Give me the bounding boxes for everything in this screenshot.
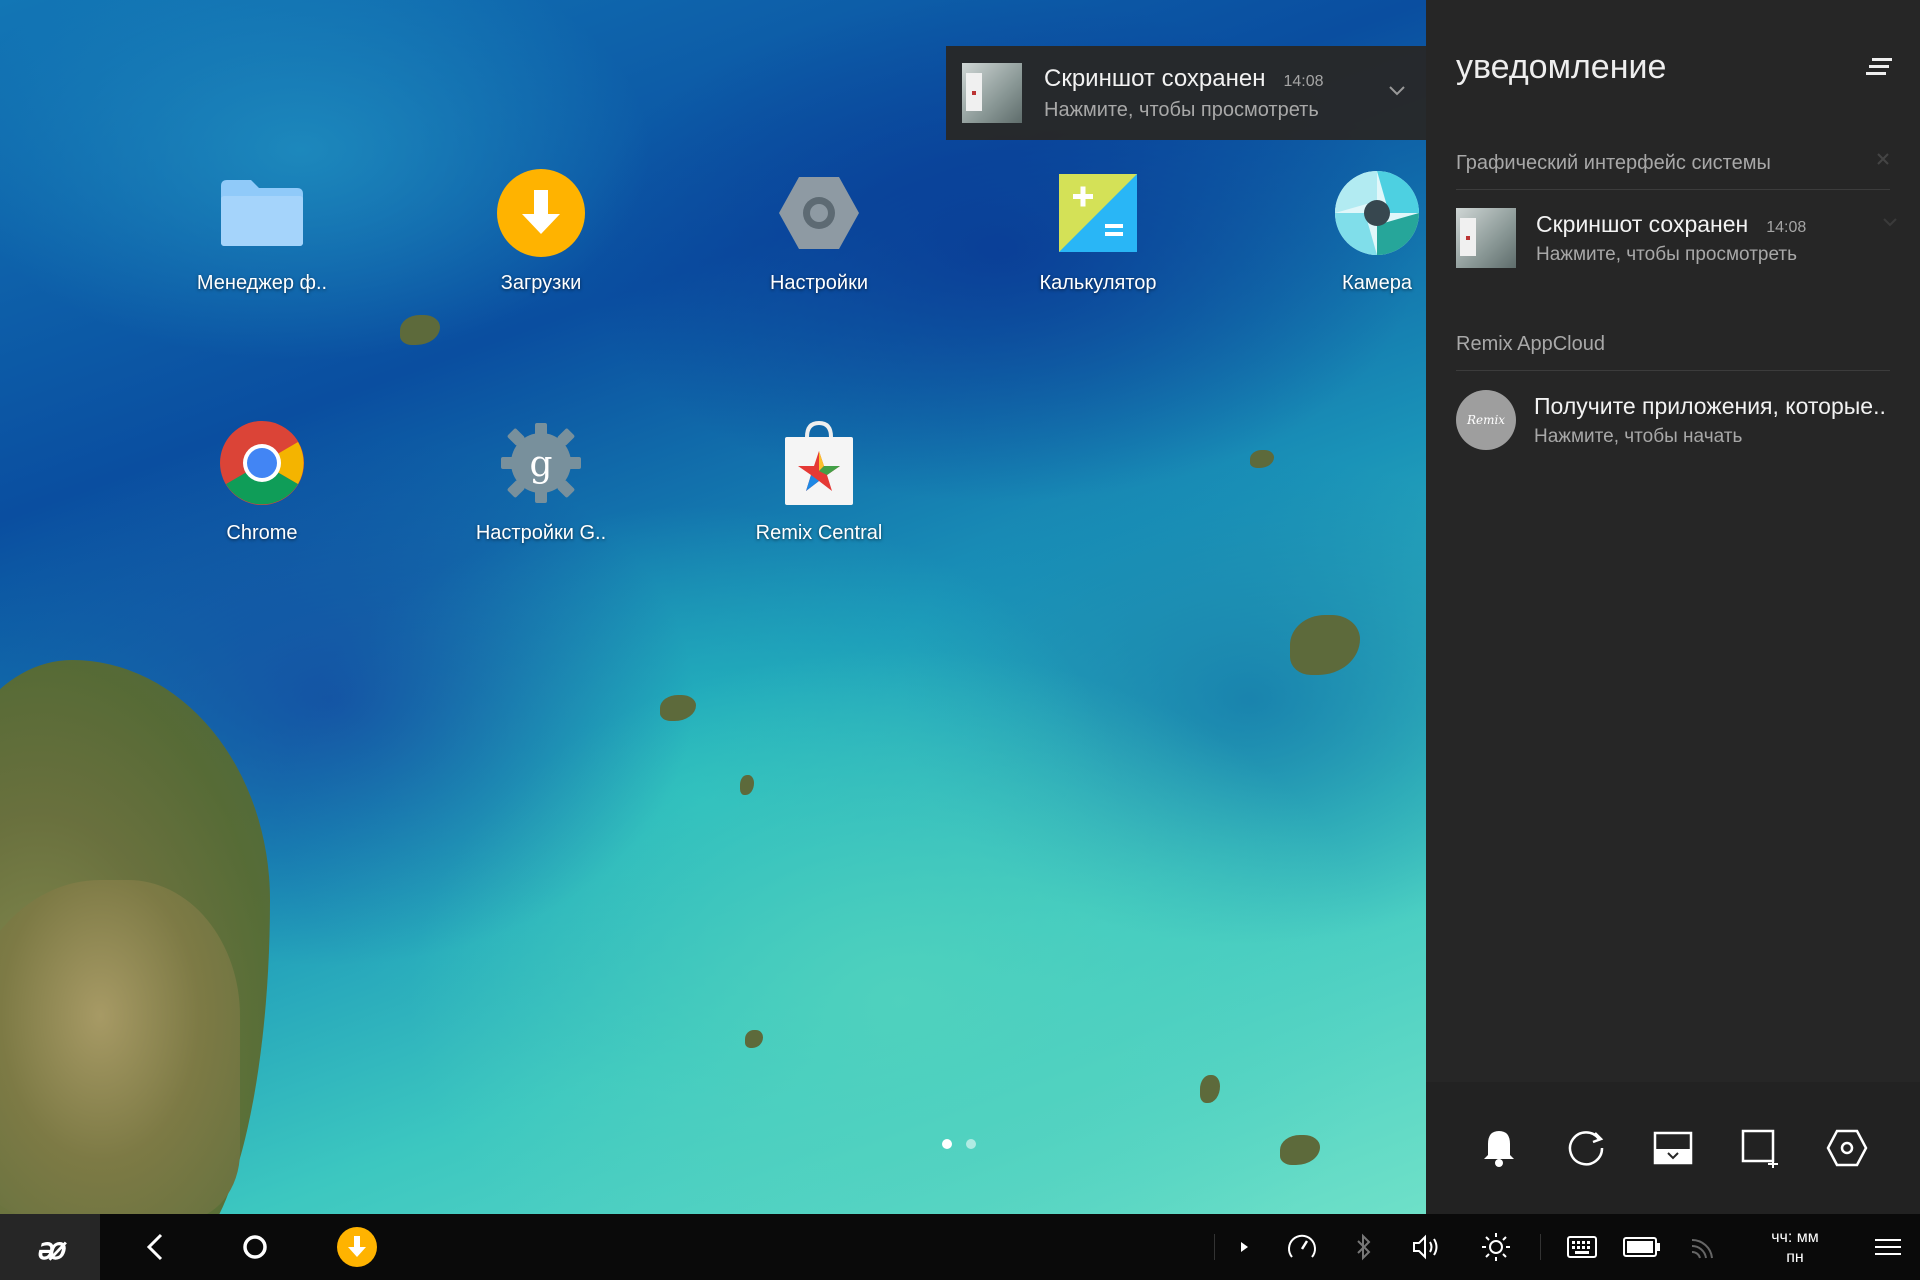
divider	[1456, 189, 1890, 190]
tray-divider	[1214, 1234, 1215, 1260]
app-label: Настройки	[769, 272, 869, 294]
google-settings-icon: g	[496, 418, 586, 508]
bluetooth-icon	[1357, 1233, 1371, 1261]
notification-title: Получите приложения, которые..	[1534, 392, 1886, 419]
heads-up-time: 14:08	[1283, 72, 1324, 90]
keyboard-dock-icon[interactable]	[1648, 1123, 1698, 1173]
menu-icon	[1875, 1239, 1901, 1255]
wallpaper-island	[400, 315, 440, 345]
chevron-down-icon[interactable]	[1388, 84, 1418, 102]
jide-logo-icon: ꭁ	[35, 1231, 65, 1267]
page-dot[interactable]	[966, 1139, 976, 1149]
wifi-button[interactable]	[1676, 1214, 1728, 1280]
notification-time: 14:08	[1766, 218, 1807, 236]
remix-avatar: Remix	[1456, 390, 1516, 450]
page-dot[interactable]	[942, 1139, 952, 1149]
volume-button[interactable]	[1400, 1214, 1452, 1280]
wifi-icon	[1691, 1238, 1713, 1259]
app-label: Калькулятор	[1039, 272, 1157, 294]
tray-divider	[1540, 1234, 1541, 1260]
system-clock[interactable]: чч: мм пн	[1740, 1228, 1850, 1268]
screenshot-thumbnail	[1456, 208, 1516, 268]
taskbar: ꭁ чч: мм пн	[0, 1214, 1920, 1280]
notification-panel: уведомление Графический интерфейс систем…	[1426, 0, 1920, 1214]
wallpaper-island	[1290, 615, 1360, 675]
battery-icon	[1623, 1237, 1660, 1257]
wallpaper-island	[1250, 450, 1274, 468]
screenshot-icon[interactable]	[1735, 1123, 1785, 1173]
app-remix-central[interactable]: Remix Central	[719, 418, 919, 545]
settings-icon	[774, 168, 864, 258]
panel-title: уведомление	[1456, 48, 1667, 86]
app-label: Камера	[1342, 272, 1412, 294]
wallpaper-island	[1280, 1135, 1320, 1165]
screenshot-thumbnail	[962, 63, 1022, 123]
app-file-manager[interactable]: Менеджер ф..	[162, 168, 362, 295]
back-button[interactable]	[122, 1214, 188, 1280]
clock-time: чч: мм	[1771, 1229, 1819, 1246]
back-icon	[146, 1233, 163, 1261]
svg-text:g: g	[529, 444, 552, 485]
app-chrome[interactable]: Chrome	[162, 418, 362, 545]
download-icon	[337, 1227, 377, 1267]
home-button[interactable]	[222, 1214, 288, 1280]
page-indicator[interactable]	[942, 1139, 976, 1149]
wallpaper-island	[660, 695, 696, 721]
taskbar-app-downloads[interactable]	[324, 1214, 390, 1280]
play-arrow-icon	[1241, 1242, 1248, 1252]
group-label-remix-appcloud: Remix AppCloud	[1456, 333, 1605, 355]
keyboard-button[interactable]	[1556, 1214, 1608, 1280]
app-label: Настройки G..	[475, 522, 607, 544]
tray-expand-button[interactable]	[1218, 1214, 1270, 1280]
app-settings[interactable]: Настройки	[719, 168, 919, 295]
start-menu-button[interactable]: ꭁ	[0, 1214, 100, 1280]
remix-central-icon	[774, 418, 864, 508]
app-label: Chrome	[226, 522, 298, 544]
camera-icon	[1332, 168, 1422, 258]
panel-quick-controls	[1426, 1082, 1920, 1214]
app-label: Remix Central	[755, 522, 883, 544]
clear-all-icon[interactable]	[1866, 56, 1894, 83]
chrome-icon	[217, 418, 307, 508]
wallpaper-island	[1200, 1075, 1220, 1103]
volume-icon	[1413, 1234, 1438, 1260]
app-label: Загрузки	[500, 272, 582, 294]
brightness-button[interactable]	[1470, 1214, 1522, 1280]
wallpaper-land-detail	[0, 880, 240, 1214]
app-label: Менеджер ф..	[196, 272, 328, 294]
heads-up-notification[interactable]: Скриншот сохранен 14:08 Нажмите, чтобы п…	[946, 46, 1426, 140]
speedometer-button[interactable]	[1276, 1214, 1328, 1280]
app-calculator[interactable]: Калькулятор	[998, 168, 1198, 295]
rotate-icon[interactable]	[1561, 1123, 1611, 1173]
folder-icon	[217, 168, 307, 258]
heads-up-title: Скриншот сохранен	[1044, 64, 1266, 92]
notification-subtitle: Нажмите, чтобы просмотреть	[1536, 243, 1797, 265]
group-label-system-ui: Графический интерфейс системы	[1456, 152, 1771, 174]
wallpaper-island	[745, 1030, 763, 1048]
app-google-settings[interactable]: g Настройки G..	[441, 418, 641, 545]
bluetooth-button[interactable]	[1338, 1214, 1390, 1280]
speedometer-icon	[1288, 1234, 1316, 1258]
divider	[1456, 370, 1890, 371]
heads-up-subtitle: Нажмите, чтобы просмотреть	[1044, 98, 1319, 121]
notification-title: Скриншот сохранен	[1536, 210, 1749, 237]
close-icon[interactable]	[1876, 152, 1890, 171]
calculator-icon	[1053, 168, 1143, 258]
brightness-icon	[1482, 1233, 1510, 1261]
home-icon	[243, 1235, 267, 1259]
settings-icon[interactable]	[1822, 1123, 1872, 1173]
notification-screenshot[interactable]: Скриншот сохранен 14:08 Нажмите, чтобы п…	[1456, 208, 1906, 268]
keyboard-icon	[1567, 1236, 1597, 1258]
bell-icon[interactable]	[1474, 1123, 1524, 1173]
wallpaper-island	[740, 775, 754, 795]
battery-button[interactable]	[1616, 1214, 1668, 1280]
notifications-toggle-button[interactable]	[1862, 1214, 1914, 1280]
download-icon	[496, 168, 586, 258]
notification-subtitle: Нажмите, чтобы начать	[1534, 425, 1743, 447]
chevron-down-icon[interactable]	[1882, 214, 1906, 232]
app-downloads[interactable]: Загрузки	[441, 168, 641, 295]
notification-remix-appcloud[interactable]: Remix Получите приложения, которые.. Наж…	[1456, 390, 1906, 450]
clock-day: пн	[1786, 1249, 1804, 1266]
